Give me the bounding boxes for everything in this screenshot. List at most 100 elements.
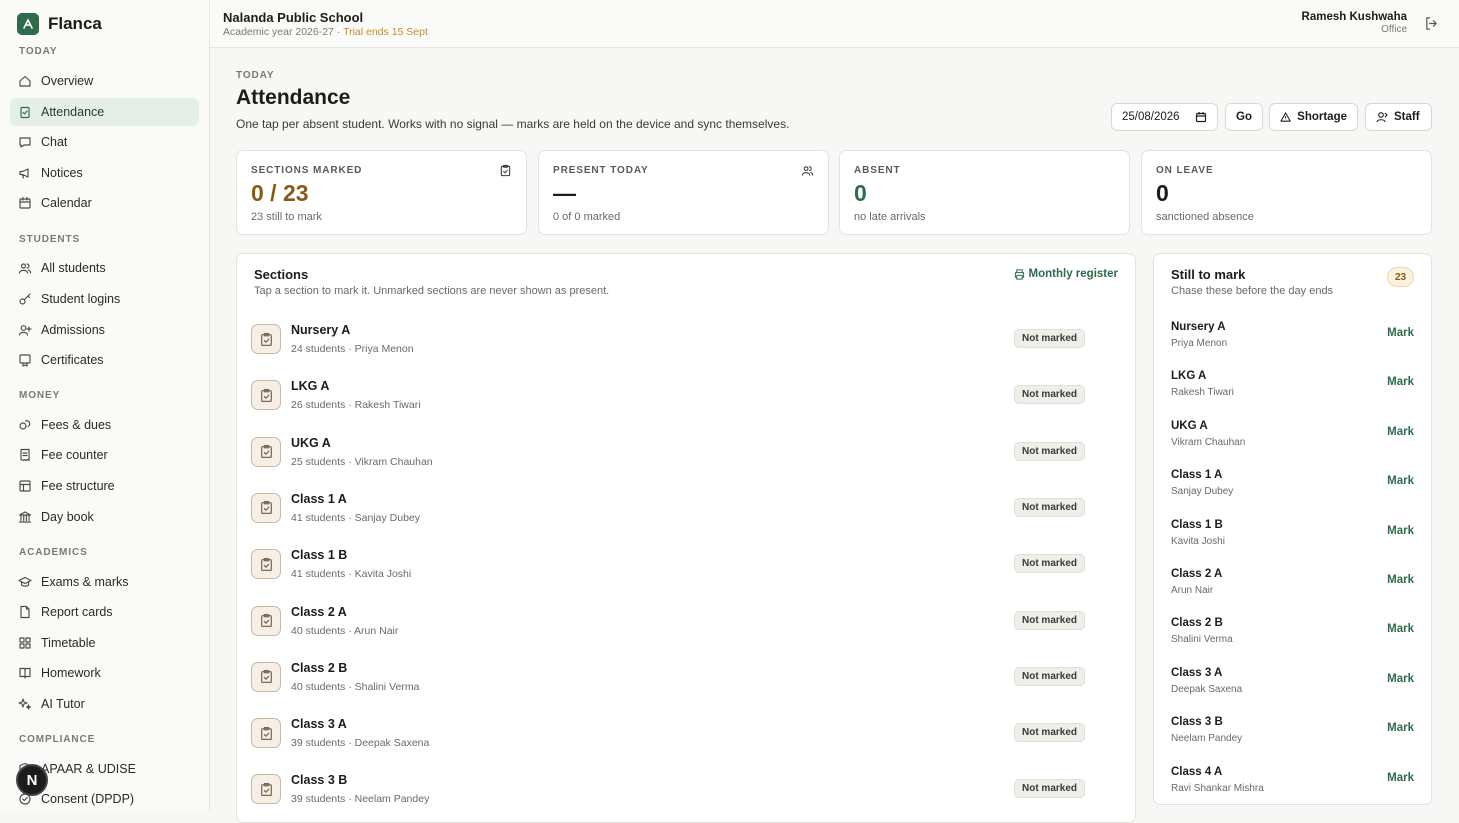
- brand[interactable]: Flanca: [17, 13, 102, 35]
- user-name: Ramesh Kushwaha: [1301, 11, 1407, 23]
- graduation-cap-icon: [18, 576, 32, 587]
- section-row[interactable]: Class 1 B 41 students · Kavita Joshi Not m…: [237, 536, 1135, 592]
- still-section-name: UKG A: [1171, 419, 1208, 432]
- logo-icon: [17, 13, 39, 35]
- status-badge: Not marked: [1013, 554, 1085, 574]
- sidebar-item-all-students[interactable]: All students: [10, 254, 199, 282]
- still-row: Class 1 B Kavita Joshi Mark: [1154, 509, 1431, 558]
- sidebar-item-calendar[interactable]: Calendar: [10, 189, 199, 217]
- mark-button[interactable]: Mark: [1387, 475, 1414, 487]
- still-row: Class 1 A Sanjay Dubey Mark: [1154, 459, 1431, 508]
- still-teacher: Deepak Saxena: [1171, 683, 1243, 695]
- stat-subtext: 23 still to mark: [251, 211, 322, 223]
- stat-label: ON LEAVE: [1156, 165, 1214, 176]
- still-row: UKG A Vikram Chauhan Mark: [1154, 410, 1431, 459]
- sidebar-item-fee-counter[interactable]: Fee counter: [10, 441, 199, 469]
- assistant-fab-button[interactable]: N: [16, 764, 48, 796]
- checklist-icon: [20, 106, 30, 119]
- calendar-icon: [19, 196, 31, 209]
- mark-button[interactable]: Mark: [1387, 376, 1414, 388]
- stat-card: PRESENT TODAY — 0 of 0 marked: [538, 150, 829, 235]
- grid-icon: [19, 637, 31, 649]
- section-icon: [251, 324, 281, 354]
- main-content: TODAY Attendance One tap per absent stud…: [210, 48, 1459, 823]
- still-count-badge: 23: [1387, 267, 1414, 287]
- stat-value: 0 / 23: [251, 180, 309, 206]
- home-icon: [19, 75, 31, 87]
- mark-button[interactable]: Mark: [1387, 426, 1414, 438]
- section-row[interactable]: Class 3 B 39 students · Neelam Pandey Not …: [237, 761, 1135, 817]
- mark-button[interactable]: Mark: [1387, 772, 1414, 784]
- sidebar-item-label: Notices: [41, 166, 83, 180]
- still-teacher: Priya Menon: [1171, 338, 1228, 349]
- monthly-register-link[interactable]: Monthly register: [1014, 268, 1118, 280]
- still-teacher: Shalini Verma: [1171, 634, 1233, 646]
- mark-button[interactable]: Mark: [1387, 327, 1414, 339]
- sidebar-item-label: Admissions: [41, 323, 105, 337]
- sidebar-item-notices[interactable]: Notices: [10, 159, 199, 187]
- section-row[interactable]: LKG A 26 students · Rakesh Tiwari Not mark…: [237, 367, 1135, 423]
- still-section-name: Class 3 B: [1171, 716, 1223, 729]
- sidebar-item-certificates[interactable]: Certificates: [10, 346, 199, 374]
- coins-icon: [19, 420, 31, 430]
- sidebar-item-admissions[interactable]: Admissions: [10, 316, 199, 344]
- users-icon: [801, 166, 814, 176]
- user-plus-icon: [18, 325, 32, 336]
- section-meta: 40 students · Shalini Verma: [291, 680, 420, 693]
- shortage-button[interactable]: Shortage: [1269, 103, 1358, 131]
- section-name: Nursery A: [291, 323, 351, 337]
- date-input[interactable]: 25/08/2026: [1111, 103, 1218, 131]
- still-row: LKG A Rakesh Tiwari Mark: [1154, 360, 1431, 409]
- sidebar-item-homework[interactable]: Homework: [10, 659, 199, 687]
- key-icon: [19, 293, 31, 305]
- sidebar-item-attendance[interactable]: Attendance: [10, 98, 199, 126]
- go-button[interactable]: Go: [1225, 103, 1263, 131]
- still-teacher: Neelam Pandey: [1171, 733, 1243, 745]
- staff-label: Staff: [1394, 111, 1420, 123]
- mark-button[interactable]: Mark: [1387, 722, 1414, 734]
- mark-button[interactable]: Mark: [1387, 673, 1414, 685]
- nav-section-label: TODAY: [19, 46, 58, 57]
- section-icon: [251, 718, 281, 749]
- sidebar-item-fee-structure[interactable]: Fee structure: [10, 472, 199, 500]
- staff-button[interactable]: Staff: [1365, 103, 1432, 131]
- sidebar-item-exams-marks[interactable]: Exams & marks: [10, 568, 199, 596]
- mark-button[interactable]: Mark: [1387, 525, 1414, 537]
- section-row[interactable]: Class 1 A 41 students · Sanjay Dubey Not m…: [237, 480, 1135, 536]
- sidebar-item-ai-tutor[interactable]: AI Tutor: [10, 690, 199, 718]
- still-row: Class 4 A Ravi Shankar Mishra Mark: [1154, 756, 1431, 804]
- section-row[interactable]: UKG A 25 students · Vikram Chauhan Not mar…: [237, 424, 1135, 480]
- section-meta: 24 students · Priya Menon: [291, 343, 414, 355]
- section-row[interactable]: Class 2 A 40 students · Arun Nair Not mark…: [237, 593, 1135, 649]
- sections-subtitle: Tap a section to mark it. Unmarked secti…: [254, 285, 610, 297]
- sidebar-item-label: All students: [41, 261, 106, 275]
- sidebar-item-overview[interactable]: Overview: [10, 67, 199, 95]
- sidebar-item-day-book[interactable]: Day book: [10, 503, 199, 531]
- sidebar-item-chat[interactable]: Chat: [10, 128, 199, 156]
- stat-card: SECTIONS MARKED 0 / 23 23 still to mark: [236, 150, 527, 235]
- mark-button[interactable]: Mark: [1387, 574, 1414, 586]
- sidebar-item-student-logins[interactable]: Student logins: [10, 285, 199, 313]
- section-name: Class 1 A: [291, 491, 347, 506]
- logout-icon[interactable]: [1424, 16, 1439, 31]
- still-subtitle: Chase these before the day ends: [1171, 285, 1334, 297]
- receipt-icon: [20, 448, 30, 462]
- nav-section-label: COMPLIANCE: [19, 734, 96, 745]
- stat-subtext: no late arrivals: [854, 211, 926, 223]
- section-row[interactable]: Class 2 B 40 students · Shalini Verma Not …: [237, 649, 1135, 705]
- section-icon: [251, 774, 281, 805]
- section-icon: [251, 436, 281, 467]
- section-row[interactable]: Nursery A 24 students · Priya Menon Not ma…: [237, 311, 1135, 367]
- chat-icon: [19, 137, 31, 148]
- sidebar-item-label: Timetable: [41, 636, 96, 650]
- sidebar-item-report-cards[interactable]: Report cards: [10, 598, 199, 626]
- sidebar-item-timetable[interactable]: Timetable: [10, 629, 199, 657]
- section-row[interactable]: Class 3 A 39 students · Deepak Saxena Not …: [237, 705, 1135, 761]
- mark-button[interactable]: Mark: [1387, 623, 1414, 635]
- still-section-name: Class 2 A: [1171, 568, 1223, 580]
- clipboard-check-icon: [260, 670, 272, 684]
- user-role: Office: [1381, 24, 1407, 35]
- sidebar-item-fees-dues[interactable]: Fees & dues: [10, 411, 199, 439]
- still-title: Still to mark: [1171, 267, 1246, 282]
- shortage-label: Shortage: [1297, 111, 1347, 123]
